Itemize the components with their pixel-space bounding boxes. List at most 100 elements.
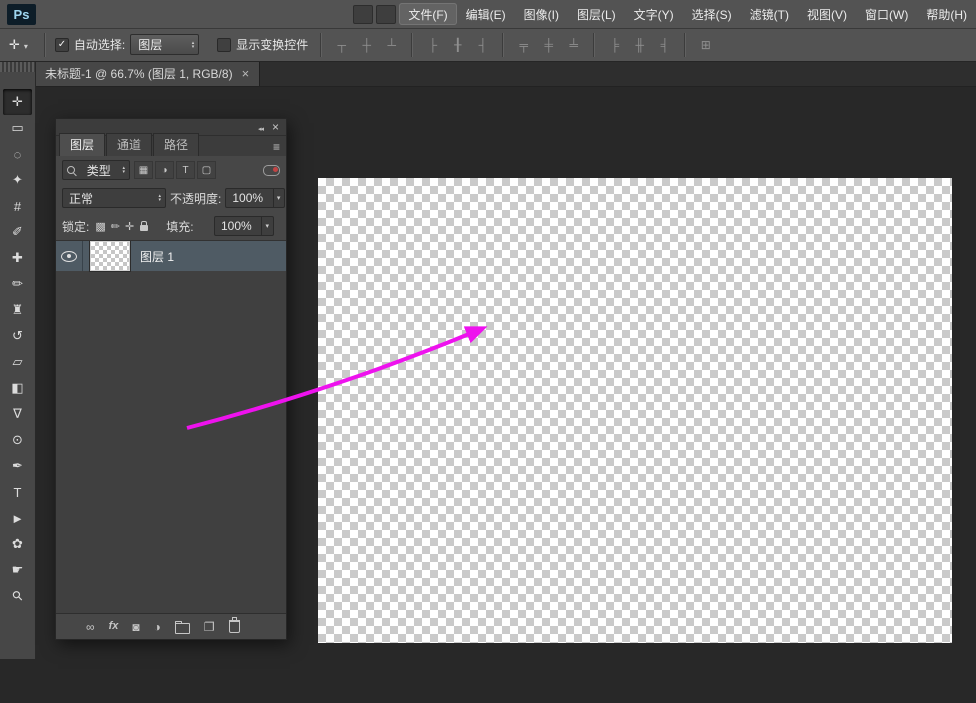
distribute-bottom-edges-icon[interactable]: ╧ [563,34,584,55]
layer-thumbnail[interactable] [89,241,131,272]
show-transform-checkbox[interactable] [217,37,232,52]
distribute-horizontal-group: ╞ ╫ ╡ [602,34,677,55]
menu-item[interactable]: 文字(Y) [625,0,683,28]
document-tab[interactable]: 未标题-1 @ 66.7% (图层 1, RGB/8) × [35,61,261,86]
filter-shape-layers-icon[interactable]: ▢ [197,161,216,179]
move-tool[interactable]: ✛ [3,89,32,115]
healing-brush-tool[interactable]: ✚ [3,245,32,271]
align-horizontal-centers-icon[interactable]: ╂ [447,34,468,55]
layers-panel: 图层 通道 路径 类型 ▦ ◑ T ▢ 正常 [55,118,287,640]
link-layers-icon[interactable]: ∞ [86,621,95,633]
panel-menu-icon[interactable] [273,140,280,154]
quick-selection-tool[interactable]: ✦ [3,167,32,193]
lock-icons: ▩ ✏ ✛ [95,220,134,233]
new-adjustment-layer-icon[interactable]: ◑ [154,621,161,633]
collapse-panel-icon[interactable] [258,120,263,134]
tools-panel: ✛ ▭ ◌ ✦ # ✐ ✚ ✏ ♜ ↺ ▱ ◧ ∇ ⊙ ✒ T ► ✿ ☛ ⚲ [0,61,36,659]
photoshop-logo: Ps [7,3,36,25]
layer-visibility-toggle[interactable] [56,241,83,271]
filter-type-layers-icon[interactable]: T [176,161,195,179]
align-left-edges-icon[interactable]: ├ [422,34,443,55]
align-right-edges-icon[interactable]: ┤ [472,34,493,55]
align-bottom-edges-icon[interactable]: ┴ [381,34,402,55]
filter-kind-icons: ▦ ◑ T ▢ [134,161,216,179]
panel-tab[interactable]: 通道 [106,133,153,156]
eraser-tool[interactable]: ▱ [3,349,32,375]
fill-dropdown[interactable]: 100% [214,216,274,236]
layer-style-icon[interactable]: fx [109,621,119,632]
rectangular-marquee-tool[interactable]: ▭ [3,115,32,141]
panel-tab[interactable]: 图层 [59,133,106,156]
show-transform-label: 显示变换控件 [236,38,309,52]
toolbar-grip[interactable] [0,61,35,72]
align-horizontal-group: ├ ╂ ┤ [420,34,495,55]
auto-select-checkbox[interactable] [54,37,69,52]
new-group-icon[interactable] [174,620,190,634]
custom-shape-tool[interactable]: ✿ [3,531,32,557]
align-top-edges-icon[interactable]: ┬ [331,34,352,55]
menu-item[interactable]: 文件(F) [399,3,457,25]
close-panel-icon[interactable] [272,120,279,134]
lasso-tool[interactable]: ◌ [3,141,32,167]
menu-item[interactable]: 窗口(W) [856,0,917,28]
gradient-tool[interactable]: ◧ [3,375,32,401]
blend-mode-dropdown[interactable]: 正常 [62,188,166,208]
layer-thumbnail-cell [83,241,137,272]
history-brush-tool[interactable]: ↺ [3,323,32,349]
separator [43,32,46,57]
menu-item[interactable]: 帮助(H) [917,0,976,28]
delete-layer-icon[interactable] [228,617,240,633]
menu-item[interactable]: 图层(L) [568,0,625,28]
menu-item[interactable]: 滤镜(T) [741,0,798,28]
blur-tool[interactable]: ∇ [3,401,32,427]
panel-tab[interactable]: 路径 [153,133,200,156]
pen-tool[interactable]: ✒ [3,453,32,479]
spinner-arrows-icon [122,166,125,174]
filter-type-dropdown[interactable]: 类型 [62,160,130,180]
auto-select-target-dropdown[interactable]: 图层 [130,34,200,55]
lock-image-pixels-icon[interactable]: ✏ [111,220,120,233]
menu-item[interactable]: 编辑(E) [457,0,515,28]
distribute-left-edges-icon[interactable]: ╞ [604,34,625,55]
layer-row[interactable]: 图层 1 [56,241,286,272]
new-layer-icon[interactable]: ❐ [204,621,215,633]
dodge-tool[interactable]: ⊙ [3,427,32,453]
layer-filter-toggle[interactable] [263,164,280,176]
close-tab-icon[interactable]: × [242,66,250,81]
distribute-horizontal-centers-icon[interactable]: ╫ [629,34,650,55]
brush-tool[interactable]: ✏ [3,271,32,297]
auto-align-layers-icon[interactable]: ⊞ [695,34,716,55]
titlebar-button[interactable] [376,4,397,24]
distribute-right-edges-icon[interactable]: ╡ [654,34,675,55]
lock-position-icon[interactable]: ✛ [125,220,134,233]
lock-fill-row: 锁定: ▩ ✏ ✛ 填充: 100% [56,212,286,240]
distribute-vertical-centers-icon[interactable]: ╪ [538,34,559,55]
chevron-down-icon [261,217,271,235]
path-selection-tool[interactable]: ► [3,505,32,531]
add-layer-mask-icon[interactable]: ◙ [132,621,139,633]
menu-item[interactable]: 视图(V) [798,0,856,28]
separator [684,32,687,57]
opacity-dropdown[interactable]: 100% [225,188,286,208]
align-vertical-centers-icon[interactable]: ┼ [356,34,377,55]
distribute-top-edges-icon[interactable]: ╤ [513,34,534,55]
filter-pixel-layers-icon[interactable]: ▦ [134,161,153,179]
lock-all-icon[interactable] [140,220,149,231]
zoom-tool[interactable]: ⚲ [3,583,32,609]
lock-transparent-pixels-icon[interactable]: ▩ [95,220,105,233]
titlebar-button[interactable] [353,4,374,24]
layer-name: 图层 1 [140,249,175,264]
menu-item[interactable]: 图像(I) [515,0,568,28]
chevron-down-icon [24,38,28,52]
type-tool[interactable]: T [3,479,32,505]
document-canvas[interactable] [318,178,952,643]
filter-adjustment-layers-icon[interactable]: ◑ [155,161,174,179]
lock-label: 锁定: [62,219,90,234]
tool-preset-button[interactable]: ✛ [0,37,37,53]
eyedropper-tool[interactable]: ✐ [3,219,32,245]
menu-item[interactable]: 选择(S) [683,0,741,28]
crop-tool[interactable]: # [3,193,32,219]
clone-stamp-tool[interactable]: ♜ [3,297,32,323]
separator [320,32,323,57]
hand-tool[interactable]: ☛ [3,557,32,583]
